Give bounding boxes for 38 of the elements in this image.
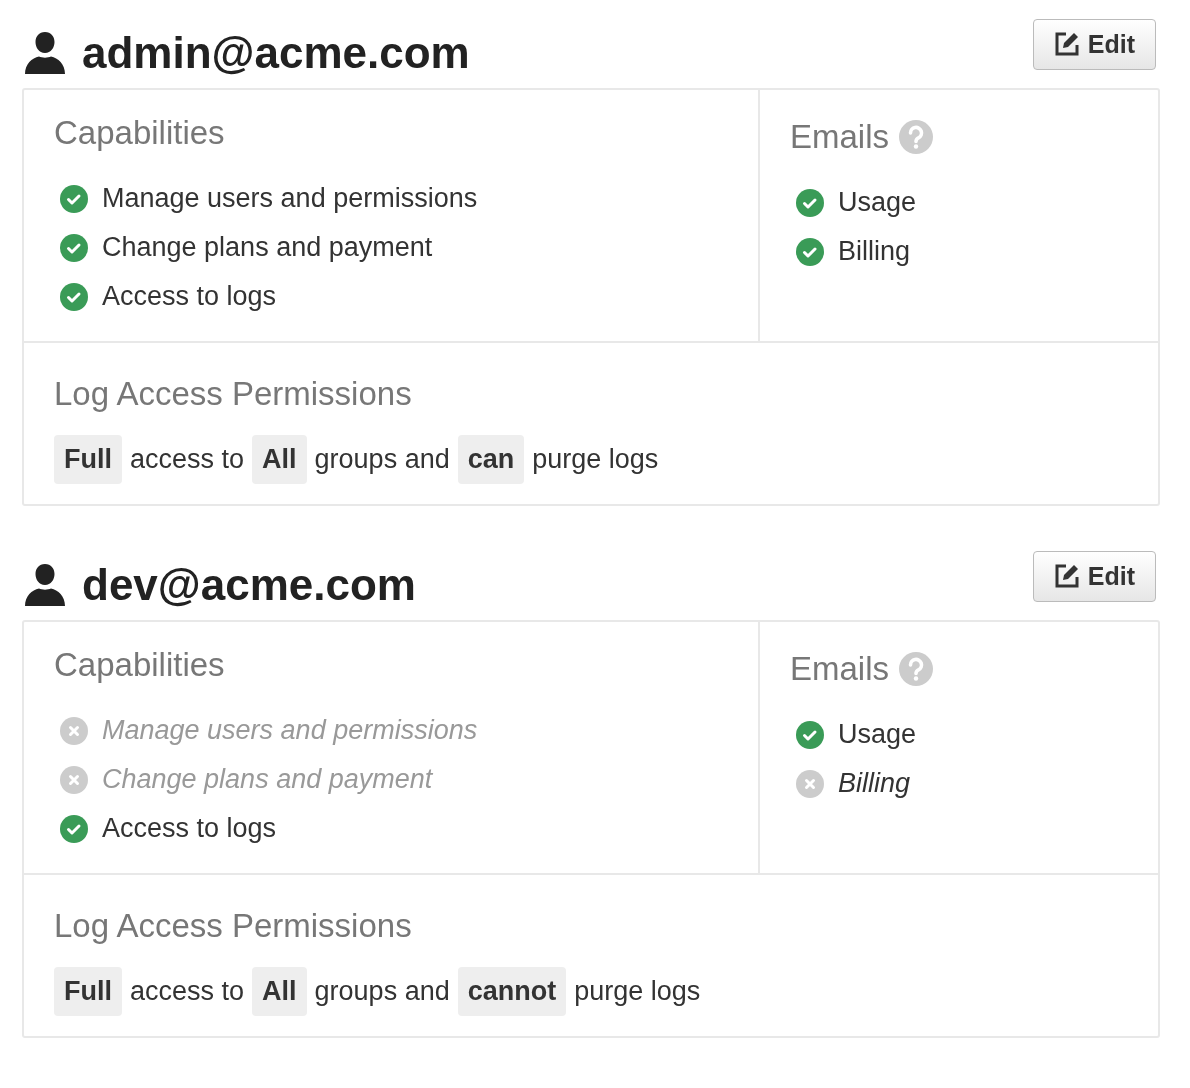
- capability-label: Manage users and permissions: [102, 715, 478, 746]
- permission-tag: Full: [54, 967, 122, 1016]
- permission-text: groups and: [314, 976, 450, 1007]
- section-title: Capabilities: [54, 114, 225, 152]
- edit-button[interactable]: Edit: [1032, 550, 1156, 602]
- email-option: Billing: [838, 768, 911, 799]
- permission-tag: All: [252, 435, 307, 484]
- permission-tag: can: [457, 435, 525, 484]
- email-option: Usage: [838, 719, 917, 750]
- permission-text: purge logs: [574, 976, 701, 1007]
- user-email: admin@acme.com: [82, 28, 471, 78]
- permission-text: purge logs: [532, 444, 659, 475]
- help-icon[interactable]: [899, 120, 934, 154]
- permission-text: groups and: [314, 444, 450, 475]
- email-option: Billing: [838, 236, 911, 267]
- capability-label: Change plans and payment: [102, 232, 433, 263]
- edit-button[interactable]: Edit: [1032, 18, 1156, 70]
- capability-label: Access to logs: [102, 813, 277, 844]
- email-option: Usage: [838, 187, 917, 218]
- section-title: Emails: [790, 650, 890, 688]
- permission-text: access to: [130, 444, 245, 475]
- edit-icon: [1053, 31, 1080, 57]
- section-title: Log Access Permissions: [54, 375, 412, 413]
- user-email: dev@acme.com: [82, 560, 417, 610]
- permission-tag: Full: [54, 435, 122, 484]
- user-icon: [22, 562, 68, 608]
- edit-icon: [1053, 563, 1080, 589]
- permission-tag: cannot: [457, 967, 567, 1016]
- section-title: Capabilities: [54, 646, 225, 684]
- user-icon: [22, 30, 68, 76]
- capability-label: Access to logs: [102, 281, 277, 312]
- section-title: Emails: [790, 118, 890, 156]
- capability-label: Change plans and payment: [102, 764, 433, 795]
- help-icon[interactable]: [899, 652, 934, 686]
- permission-text: access to: [130, 976, 245, 1007]
- section-title: Log Access Permissions: [54, 907, 412, 945]
- permission-tag: All: [252, 967, 307, 1016]
- capability-label: Manage users and permissions: [102, 183, 478, 214]
